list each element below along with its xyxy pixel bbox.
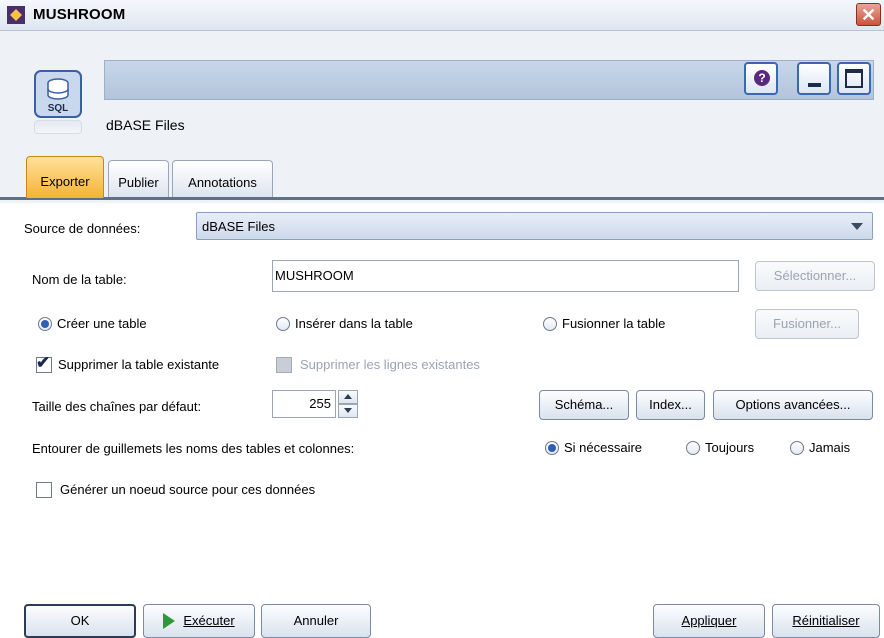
node-diamond-icon [7,6,25,24]
reset-button-label: Réinitialiser [792,613,860,628]
spin-down-button[interactable] [338,404,358,418]
window-title: MUSHROOM [33,6,126,23]
tab-publier[interactable]: Publier [108,160,169,198]
drop-table-label: Supprimer la table existante [58,357,220,372]
radio-insert-table[interactable] [276,317,290,331]
string-size-label: Taille des chaînes par défaut: [32,399,202,414]
run-button-label: Exécuter [183,613,235,628]
radio-quote-never-label: Jamais [809,440,851,455]
generate-source-checkbox[interactable] [36,482,52,498]
help-button[interactable]: ? [744,62,778,95]
select-table-button[interactable]: Sélectionner... [755,261,875,291]
radio-quote-always-label: Toujours [705,440,755,455]
apply-button[interactable]: Appliquer [653,604,765,638]
drop-table-checkbox[interactable]: ✔ [36,353,52,373]
chevron-down-icon [851,223,863,230]
merge-button[interactable]: Fusionner... [755,309,859,339]
node-label: dBASE Files [106,117,185,133]
radio-quote-always[interactable] [686,441,700,455]
tab-exporter[interactable]: Exporter [26,156,104,198]
title-bar [0,0,884,31]
tab-divider [0,197,884,200]
string-size-input[interactable]: 255 [272,390,336,418]
radio-create-table[interactable] [38,317,52,331]
datasource-label: Source de données: [24,221,141,236]
node-icon-text: SQL [48,103,69,114]
reset-button[interactable]: Réinitialiser [772,604,880,638]
radio-merge-table-label: Fusionner la table [562,316,666,331]
help-icon: ? [754,70,770,86]
generate-source-label: Générer un noeud source pour ces données [60,482,316,497]
checkmark-icon: ✔ [36,353,51,372]
tab-annotations[interactable]: Annotations [172,160,273,198]
ok-button[interactable]: OK [24,604,136,638]
radio-quote-as-needed-label: Si nécessaire [564,440,643,455]
advanced-options-button[interactable]: Options avancées... [713,390,873,420]
radio-quote-as-needed[interactable] [545,441,559,455]
radio-quote-never[interactable] [790,441,804,455]
minimize-icon [808,83,821,87]
spin-up-button[interactable] [338,390,358,404]
radio-create-table-label: Créer une table [57,316,147,331]
maximize-icon [845,69,863,88]
close-button[interactable]: ✕ [856,3,881,26]
apply-button-label: Appliquer [681,613,737,628]
database-sql-icon: SQL [34,70,82,118]
datasource-select[interactable] [196,212,873,240]
delete-rows-checkbox[interactable] [276,357,292,373]
ok-button-label: OK [70,613,90,628]
delete-rows-label: Supprimer les lignes existantes [300,357,480,372]
radio-merge-table[interactable] [543,317,557,331]
run-button[interactable]: Exécuter [143,604,255,638]
radio-insert-table-label: Insérer dans la table [295,316,413,331]
schema-button[interactable]: Schéma... [539,390,629,420]
minimize-button[interactable] [797,62,831,95]
cancel-button[interactable]: Annuler [261,604,371,638]
node-icon-reflection [34,120,82,134]
maximize-button[interactable] [837,62,871,95]
tablename-label: Nom de la table: [32,272,127,287]
index-button[interactable]: Index... [636,390,705,420]
tablename-value: MUSHROOM [275,268,354,283]
datasource-value: dBASE Files [202,219,275,234]
quote-label: Entourer de guillemets les noms des tabl… [32,441,355,456]
